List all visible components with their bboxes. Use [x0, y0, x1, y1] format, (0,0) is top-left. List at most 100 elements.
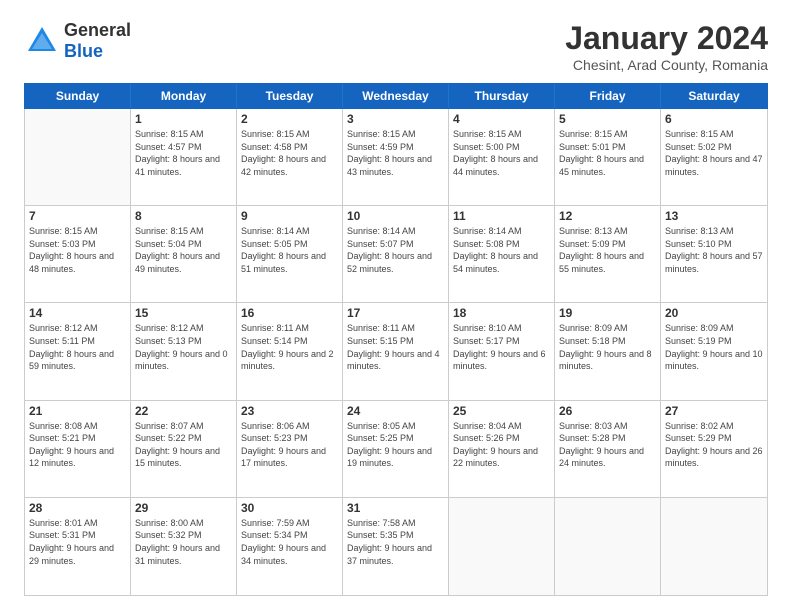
calendar-cell: 13Sunrise: 8:13 AMSunset: 5:10 PMDayligh… [661, 206, 767, 302]
day-number: 8 [135, 209, 232, 223]
calendar-cell: 11 Sunrise: 8:14 AMSunset: 5:08 PMDayligh… [449, 206, 555, 302]
month-title: January 2024 [565, 20, 768, 57]
day-number: 24 [347, 404, 444, 418]
calendar-cell [661, 498, 767, 595]
logo: General Blue [24, 20, 131, 62]
day-number: 22 [135, 404, 232, 418]
calendar-week-3: 14 Sunrise: 8:12 AMSunset: 5:11 PMDayligh… [25, 303, 767, 400]
weekday-header-thursday: Thursday [449, 84, 555, 108]
day-number: 16 [241, 306, 338, 320]
day-info: Sunrise: 7:59 AMSunset: 5:34 PMDaylight:… [241, 517, 338, 567]
day-info: Sunrise: 8:15 AMSunset: 4:57 PMDaylight:… [135, 128, 232, 178]
day-number: 20 [665, 306, 763, 320]
day-number: 17 [347, 306, 444, 320]
header: General Blue January 2024 Chesint, Arad … [24, 20, 768, 73]
calendar-cell: 3 Sunrise: 8:15 AMSunset: 4:59 PMDaylight… [343, 109, 449, 205]
day-number: 11 [453, 209, 550, 223]
calendar-cell: 27 Sunrise: 8:02 AMSunset: 5:29 PMDayligh… [661, 401, 767, 497]
calendar-cell: 6 Sunrise: 8:15 AMSunset: 5:02 PMDaylight… [661, 109, 767, 205]
calendar-cell: 8 Sunrise: 8:15 AMSunset: 5:04 PMDaylight… [131, 206, 237, 302]
calendar-cell: 12 Sunrise: 8:13 AMSunset: 5:09 PMDayligh… [555, 206, 661, 302]
day-info: Sunrise: 8:12 AMSunset: 5:11 PMDaylight:… [29, 322, 126, 372]
calendar-week-2: 7Sunrise: 8:15 AMSunset: 5:03 PMDaylight… [25, 206, 767, 303]
day-number: 28 [29, 501, 126, 515]
weekday-header-sunday: Sunday [25, 84, 131, 108]
calendar-cell: 24 Sunrise: 8:05 AMSunset: 5:25 PMDayligh… [343, 401, 449, 497]
day-info: Sunrise: 8:14 AMSunset: 5:07 PMDaylight:… [347, 225, 444, 275]
calendar-cell: 17 Sunrise: 8:11 AMSunset: 5:15 PMDayligh… [343, 303, 449, 399]
calendar-cell: 23Sunrise: 8:06 AMSunset: 5:23 PMDayligh… [237, 401, 343, 497]
day-number: 13 [665, 209, 763, 223]
calendar-cell [555, 498, 661, 595]
day-number: 26 [559, 404, 656, 418]
day-info: Sunrise: 8:07 AMSunset: 5:22 PMDaylight:… [135, 420, 232, 470]
calendar: SundayMondayTuesdayWednesdayThursdayFrid… [24, 83, 768, 596]
day-number: 3 [347, 112, 444, 126]
day-info: Sunrise: 8:12 AMSunset: 5:13 PMDaylight:… [135, 322, 232, 372]
day-info: Sunrise: 8:11 AMSunset: 5:15 PMDaylight:… [347, 322, 444, 372]
weekday-header-saturday: Saturday [661, 84, 767, 108]
day-number: 7 [29, 209, 126, 223]
day-number: 1 [135, 112, 232, 126]
day-number: 25 [453, 404, 550, 418]
day-info: Sunrise: 7:58 AMSunset: 5:35 PMDaylight:… [347, 517, 444, 567]
calendar-cell: 5 Sunrise: 8:15 AMSunset: 5:01 PMDaylight… [555, 109, 661, 205]
calendar-cell: 19Sunrise: 8:09 AMSunset: 5:18 PMDayligh… [555, 303, 661, 399]
day-number: 4 [453, 112, 550, 126]
day-info: Sunrise: 8:08 AMSunset: 5:21 PMDaylight:… [29, 420, 126, 470]
day-number: 10 [347, 209, 444, 223]
calendar-week-5: 28 Sunrise: 8:01 AMSunset: 5:31 PMDayligh… [25, 498, 767, 595]
location-subtitle: Chesint, Arad County, Romania [565, 57, 768, 73]
calendar-cell: 16 Sunrise: 8:11 AMSunset: 5:14 PMDayligh… [237, 303, 343, 399]
day-number: 15 [135, 306, 232, 320]
day-number: 23 [241, 404, 338, 418]
day-info: Sunrise: 8:09 AMSunset: 5:19 PMDaylight:… [665, 322, 763, 372]
calendar-cell: 14 Sunrise: 8:12 AMSunset: 5:11 PMDayligh… [25, 303, 131, 399]
calendar-cell: 20 Sunrise: 8:09 AMSunset: 5:19 PMDayligh… [661, 303, 767, 399]
calendar-cell: 7Sunrise: 8:15 AMSunset: 5:03 PMDaylight… [25, 206, 131, 302]
calendar-cell: 26 Sunrise: 8:03 AMSunset: 5:28 PMDayligh… [555, 401, 661, 497]
day-info: Sunrise: 8:00 AMSunset: 5:32 PMDaylight:… [135, 517, 232, 567]
day-info: Sunrise: 8:11 AMSunset: 5:14 PMDaylight:… [241, 322, 338, 372]
day-number: 6 [665, 112, 763, 126]
weekday-header-tuesday: Tuesday [237, 84, 343, 108]
day-number: 27 [665, 404, 763, 418]
calendar-cell: 1 Sunrise: 8:15 AMSunset: 4:57 PMDaylight… [131, 109, 237, 205]
calendar-cell: 4 Sunrise: 8:15 AMSunset: 5:00 PMDaylight… [449, 109, 555, 205]
day-info: Sunrise: 8:15 AMSunset: 5:01 PMDaylight:… [559, 128, 656, 178]
calendar-cell: 15 Sunrise: 8:12 AMSunset: 5:13 PMDayligh… [131, 303, 237, 399]
day-number: 30 [241, 501, 338, 515]
calendar-cell: 31 Sunrise: 7:58 AMSunset: 5:35 PMDayligh… [343, 498, 449, 595]
day-info: Sunrise: 8:15 AMSunset: 4:59 PMDaylight:… [347, 128, 444, 178]
day-info: Sunrise: 8:01 AMSunset: 5:31 PMDaylight:… [29, 517, 126, 567]
weekday-header-wednesday: Wednesday [343, 84, 449, 108]
day-info: Sunrise: 8:14 AMSunset: 5:05 PMDaylight:… [241, 225, 338, 275]
calendar-week-4: 21 Sunrise: 8:08 AMSunset: 5:21 PMDayligh… [25, 401, 767, 498]
calendar-cell: 22 Sunrise: 8:07 AMSunset: 5:22 PMDayligh… [131, 401, 237, 497]
day-number: 9 [241, 209, 338, 223]
calendar-cell [449, 498, 555, 595]
day-info: Sunrise: 8:15 AMSunset: 5:04 PMDaylight:… [135, 225, 232, 275]
calendar-cell: 21 Sunrise: 8:08 AMSunset: 5:21 PMDayligh… [25, 401, 131, 497]
day-number: 29 [135, 501, 232, 515]
day-info: Sunrise: 8:15 AMSunset: 4:58 PMDaylight:… [241, 128, 338, 178]
day-info: Sunrise: 8:05 AMSunset: 5:25 PMDaylight:… [347, 420, 444, 470]
day-info: Sunrise: 8:02 AMSunset: 5:29 PMDaylight:… [665, 420, 763, 470]
day-info: Sunrise: 8:09 AMSunset: 5:18 PMDaylight:… [559, 322, 656, 372]
day-number: 14 [29, 306, 126, 320]
day-number: 31 [347, 501, 444, 515]
calendar-cell: 9 Sunrise: 8:14 AMSunset: 5:05 PMDaylight… [237, 206, 343, 302]
day-info: Sunrise: 8:03 AMSunset: 5:28 PMDaylight:… [559, 420, 656, 470]
day-info: Sunrise: 8:15 AMSunset: 5:02 PMDaylight:… [665, 128, 763, 178]
day-number: 12 [559, 209, 656, 223]
calendar-header: SundayMondayTuesdayWednesdayThursdayFrid… [24, 83, 768, 109]
day-info: Sunrise: 8:14 AMSunset: 5:08 PMDaylight:… [453, 225, 550, 275]
day-info: Sunrise: 8:15 AMSunset: 5:00 PMDaylight:… [453, 128, 550, 178]
day-info: Sunrise: 8:13 AMSunset: 5:09 PMDaylight:… [559, 225, 656, 275]
calendar-cell: 29 Sunrise: 8:00 AMSunset: 5:32 PMDayligh… [131, 498, 237, 595]
calendar-cell: 30 Sunrise: 7:59 AMSunset: 5:34 PMDayligh… [237, 498, 343, 595]
day-number: 5 [559, 112, 656, 126]
logo-general-text: General [64, 20, 131, 40]
page: General Blue January 2024 Chesint, Arad … [0, 0, 792, 612]
day-number: 21 [29, 404, 126, 418]
